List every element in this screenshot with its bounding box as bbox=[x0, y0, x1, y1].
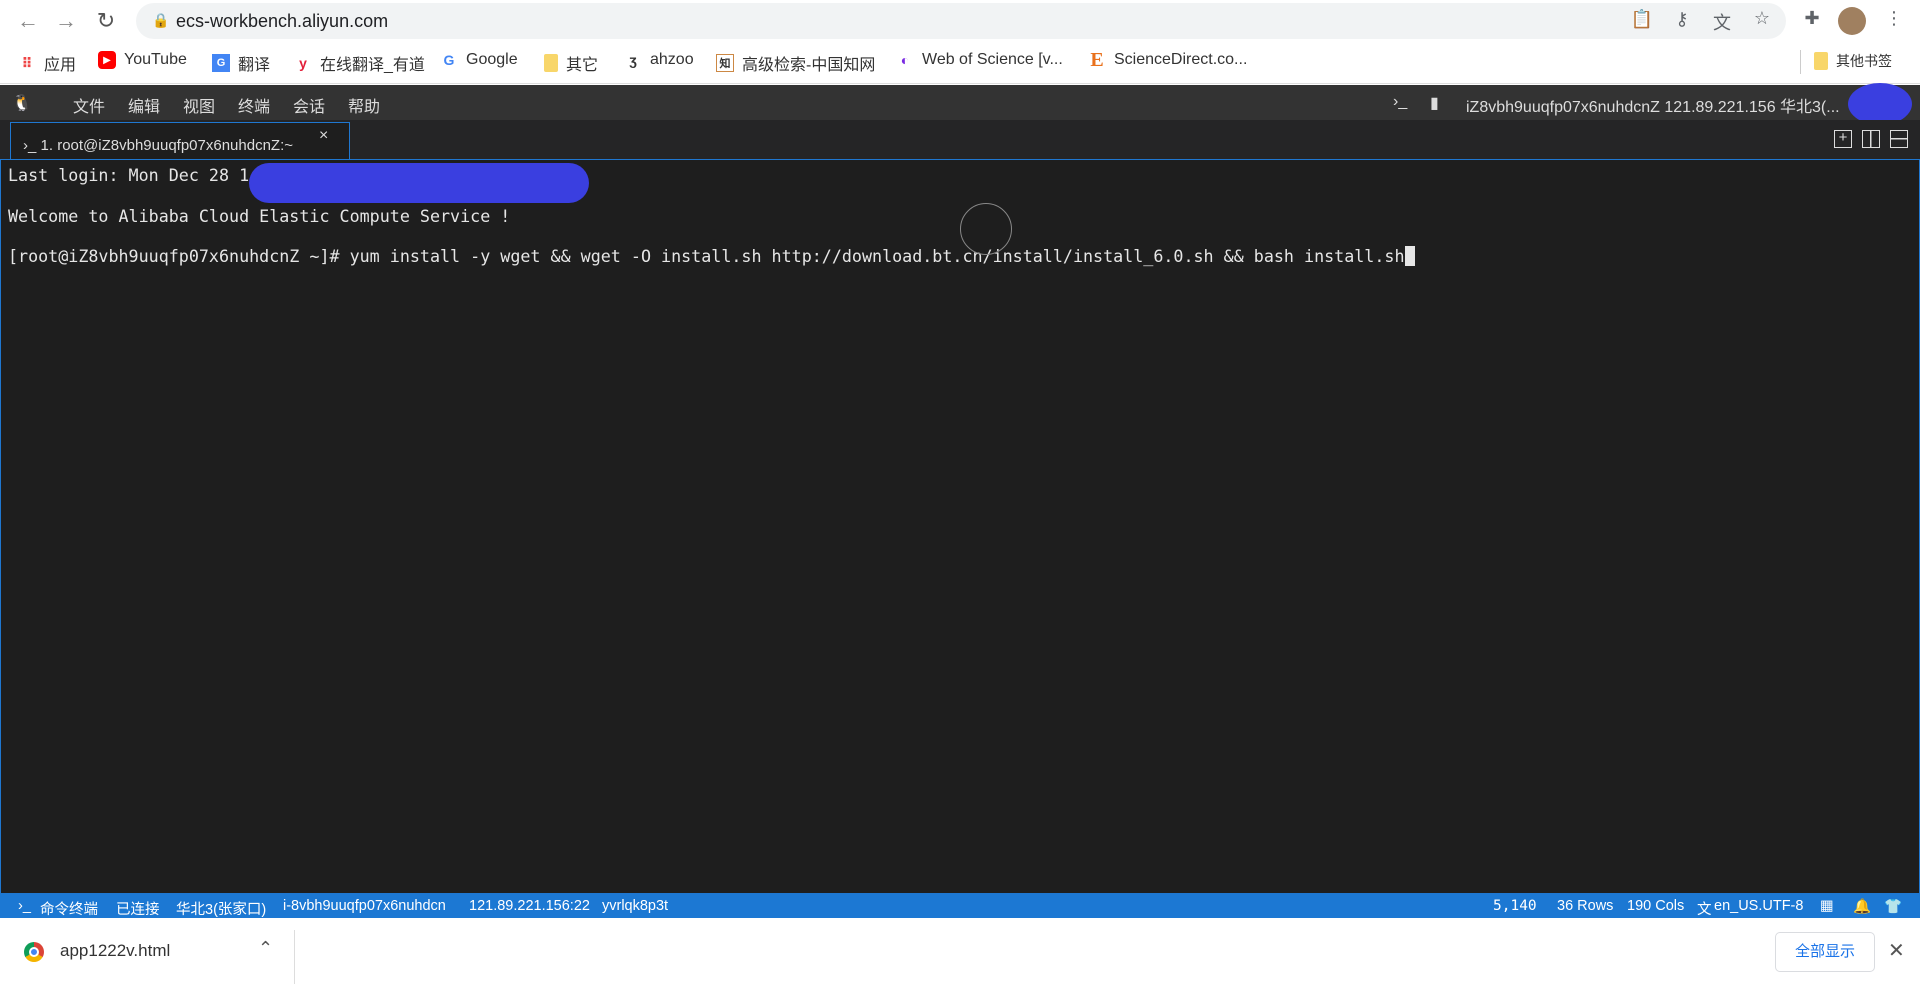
terminal-icon: ›_ bbox=[23, 137, 41, 154]
bookmark-wos[interactable]: ◐ Web of Science [v... bbox=[896, 51, 1063, 69]
chrome-icon bbox=[24, 942, 44, 962]
terminal-output[interactable]: Last login: Mon Dec 28 1 Welcome to Alib… bbox=[0, 159, 1920, 894]
menu-edit[interactable]: 编辑 bbox=[128, 93, 160, 117]
menu-file[interactable]: 文件 bbox=[73, 93, 105, 117]
bookmark-cnki[interactable]: 知高级检索-中国知网 bbox=[716, 51, 875, 75]
google-icon: G bbox=[443, 52, 455, 68]
reload-button[interactable]: ↻ bbox=[92, 8, 120, 36]
status-cursor: 5,140 bbox=[1493, 898, 1537, 914]
back-button[interactable]: ← bbox=[14, 8, 42, 36]
ahzoo-icon: ʒ bbox=[629, 52, 637, 68]
menu-terminal[interactable]: 终端 bbox=[238, 93, 270, 117]
extensions-icon[interactable]: ✚ bbox=[1800, 8, 1824, 29]
status-cols: 190 Cols bbox=[1627, 898, 1685, 914]
bookmark-google[interactable]: G Google bbox=[440, 51, 518, 69]
status-address: 121.89.221.156:22 bbox=[469, 898, 590, 914]
menu-dots-icon[interactable]: ⋮ bbox=[1882, 8, 1906, 29]
terminal-line: Last login: Mon Dec 28 1 bbox=[8, 165, 250, 185]
terminal-icon: ›_ bbox=[18, 898, 31, 914]
wos-icon: ◐ bbox=[900, 52, 910, 68]
terminal-command-line: [root@iZ8vbh9uuqfp07x6nuhdcnZ ~]# yum in… bbox=[8, 246, 1415, 266]
url-text[interactable]: ecs-workbench.aliyun.com bbox=[176, 11, 388, 32]
translate-icon: G bbox=[212, 54, 230, 72]
youtube-icon: ▶ bbox=[98, 51, 116, 69]
bell-icon[interactable]: 🔔 bbox=[1853, 898, 1871, 915]
bookmark-ahzoo[interactable]: ʒ ahzoo bbox=[624, 51, 693, 69]
encoding-icon: 文 bbox=[1697, 902, 1712, 918]
status-region: 华北3(张家口) bbox=[176, 902, 267, 918]
youdao-icon: y bbox=[299, 55, 307, 71]
key-icon[interactable]: ⚷ bbox=[1670, 9, 1694, 30]
linux-icon: 🐧 bbox=[12, 95, 32, 112]
new-tab-icon[interactable]: + bbox=[1834, 130, 1852, 148]
tab-close-button[interactable]: × bbox=[319, 127, 328, 145]
avatar[interactable] bbox=[1838, 7, 1866, 35]
folder-icon bbox=[544, 54, 558, 72]
bookmark-youtube[interactable]: ▶ YouTube bbox=[98, 51, 187, 69]
menu-session[interactable]: 会话 bbox=[293, 93, 325, 117]
address-bar[interactable]: 🔒 ecs-workbench.aliyun.com 📋 ⚷ 文 ☆ bbox=[136, 3, 1786, 39]
divider bbox=[294, 930, 295, 984]
redaction-mark bbox=[1848, 83, 1912, 125]
apps-grid-icon: ⠿ bbox=[21, 54, 33, 71]
workbench-menubar: 🐧 文件 编辑 视图 终端 会话 帮助 ›_ ▮ iZ8vbh9uuqfp07x… bbox=[0, 83, 1920, 125]
status-rows: 36 Rows bbox=[1557, 898, 1614, 914]
bookmark-other[interactable]: 其它 bbox=[544, 51, 598, 75]
terminal-tab[interactable]: ›_ 1. root@iZ8vbh9uuqfp07x6nuhdcnZ:~ × bbox=[10, 122, 350, 160]
folder-icon[interactable]: ▮ bbox=[1430, 93, 1439, 113]
clipboard-icon[interactable]: 📋 bbox=[1630, 9, 1654, 30]
menu-help[interactable]: 帮助 bbox=[348, 93, 380, 117]
star-icon[interactable]: ☆ bbox=[1750, 8, 1774, 29]
loading-spinner-icon bbox=[960, 203, 1012, 255]
translate-icon[interactable]: 文 bbox=[1710, 9, 1734, 35]
show-all-button[interactable]: 全部显示 bbox=[1775, 932, 1875, 972]
redaction-mark bbox=[249, 163, 589, 203]
close-icon[interactable]: ✕ bbox=[1888, 938, 1905, 963]
folder-icon bbox=[1814, 52, 1828, 70]
download-bar: app1222v.html ⌃ 全部显示 ✕ bbox=[0, 918, 1920, 986]
instance-info: iZ8vbh9uuqfp07x6nuhdcnZ 121.89.221.156 华… bbox=[1466, 99, 1840, 116]
divider bbox=[1800, 50, 1801, 74]
terminal-icon[interactable]: ›_ bbox=[1393, 93, 1407, 111]
menu-view[interactable]: 视图 bbox=[183, 93, 215, 117]
split-vertical-icon[interactable] bbox=[1862, 130, 1880, 148]
bookmark-other-bookmarks[interactable]: 其他书签 bbox=[1814, 51, 1892, 71]
bookmarks-bar: ⠿ 应用 ▶ YouTube G 翻译 y 在线翻译_有道 G Google 其它 ʒ ah… bbox=[0, 42, 1920, 84]
browser-toolbar: ← → ↻ 🔒 ecs-workbench.aliyun.com 📋 ⚷ 文 ☆… bbox=[0, 0, 1920, 42]
terminal-tabbar: ›_ 1. root@iZ8vbh9uuqfp07x6nuhdcnZ:~ × + bbox=[0, 120, 1920, 160]
lock-icon: 🔒 bbox=[152, 12, 170, 28]
download-filename[interactable]: app1222v.html bbox=[60, 941, 170, 961]
bookmark-sciencedirect[interactable]: E ScienceDirect.co... bbox=[1088, 48, 1247, 71]
status-encoding[interactable]: en_US.UTF-8 bbox=[1714, 898, 1803, 914]
bookmark-youdao[interactable]: y 在线翻译_有道 bbox=[294, 51, 425, 75]
status-instance: i-8vbh9uuqfp07x6nuhdcn bbox=[283, 898, 446, 914]
bookmark-translate[interactable]: G 翻译 bbox=[212, 51, 270, 75]
shirt-icon[interactable]: 👕 bbox=[1884, 898, 1902, 915]
elsevier-icon: E bbox=[1090, 48, 1104, 71]
layout-grid-icon[interactable]: ▦ bbox=[1820, 898, 1834, 914]
cnki-icon: 知 bbox=[716, 54, 734, 72]
forward-button[interactable]: → bbox=[52, 8, 80, 36]
status-connected: 已连接 bbox=[116, 902, 160, 918]
status-session: yvrlqk8p3t bbox=[602, 898, 669, 914]
status-bar: ›_ 命令终端 已连接 华北3(张家口) i-8vbh9uuqfp07x6nuh… bbox=[0, 894, 1920, 918]
cursor bbox=[1404, 246, 1415, 266]
split-horizontal-icon[interactable] bbox=[1890, 130, 1908, 148]
chevron-up-icon[interactable]: ⌃ bbox=[258, 938, 273, 959]
terminal-line: Welcome to Alibaba Cloud Elastic Compute… bbox=[8, 206, 511, 226]
status-terminal[interactable]: 命令终端 bbox=[40, 898, 98, 919]
bookmark-apps[interactable]: ⠿ 应用 bbox=[18, 51, 76, 75]
